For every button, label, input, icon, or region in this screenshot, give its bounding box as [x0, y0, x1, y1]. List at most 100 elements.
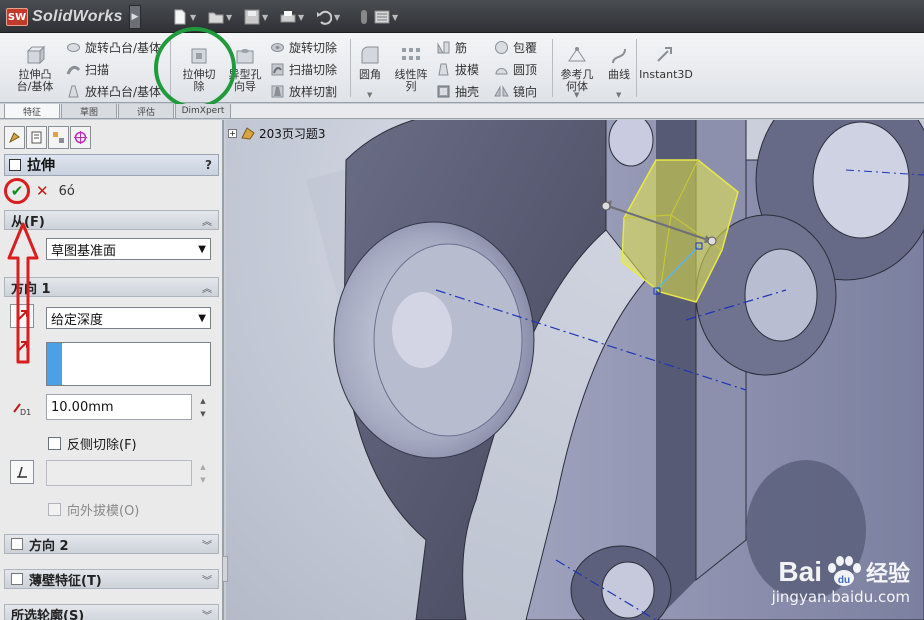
direction2-title: 方向 2: [29, 538, 69, 554]
menu-expand-arrow-icon[interactable]: ▶: [129, 5, 141, 29]
collapse-chevron-icon: ︽: [202, 283, 212, 295]
draft-outward-checkbox[interactable]: 向外拔模(O): [48, 500, 139, 519]
draft-on-off-button[interactable]: [10, 460, 34, 484]
reference-geometry-dropdown-icon[interactable]: ▼: [574, 91, 579, 99]
depth-input[interactable]: 10.00mm: [46, 394, 192, 420]
fillet-dropdown-icon[interactable]: ▼: [367, 91, 372, 99]
linear-pattern-button[interactable]: 线性阵 列: [388, 35, 434, 97]
tab-property-manager[interactable]: [26, 126, 47, 149]
options-list-icon: [374, 10, 390, 24]
ok-checkmark-button[interactable]: ✔: [8, 182, 26, 200]
loft-button[interactable]: 放样凸台/基体: [66, 81, 161, 101]
paw-tail-text: du: [838, 575, 850, 586]
rib-icon: [437, 41, 450, 53]
svg-text:D1: D1: [20, 408, 31, 416]
lofted-cut-icon: [271, 85, 284, 97]
draft-button[interactable]: 拔模: [436, 59, 479, 79]
panel-splitter-handle[interactable]: [222, 556, 228, 582]
title-bar: SW SolidWorks ▶ ▼ ▼ ▼ ▼ ▼ ▼: [0, 0, 924, 33]
swept-cut-button[interactable]: 扫描切除: [270, 59, 337, 79]
rib-button[interactable]: 筋: [436, 37, 467, 57]
curves-icon: [612, 48, 626, 64]
chevron-down-icon: ▼: [198, 243, 206, 255]
direction2-checkbox[interactable]: [11, 538, 23, 550]
watermark-brand: Bai: [778, 556, 822, 587]
direction2-group-header[interactable]: 方向 2 ︾: [4, 534, 219, 554]
instant3d-label: Instant3D: [639, 68, 693, 81]
dome-button[interactable]: 圆顶: [494, 59, 537, 79]
watermark-brand-cn: 经验: [865, 562, 910, 587]
draft-label: 拔模: [455, 62, 480, 77]
tab-evaluate[interactable]: 评估: [118, 104, 174, 119]
hole-wizard-button[interactable]: 异型孔 向导: [222, 35, 268, 97]
revolve-cut-button[interactable]: 旋转切除: [270, 37, 337, 57]
draft-angle-spinner[interactable]: ▲ ▼: [196, 460, 210, 486]
mirror-label: 镜向: [513, 84, 538, 99]
traffic-light-icon: [361, 10, 367, 24]
dome-icon: [495, 67, 508, 74]
direction-reference-selection-box[interactable]: [46, 342, 211, 386]
save-icon: [244, 9, 260, 25]
wrap-button[interactable]: 包覆: [494, 37, 537, 57]
tab-features[interactable]: 特征: [4, 104, 60, 119]
app-logo[interactable]: SW SolidWorks: [6, 6, 123, 28]
instant3d-button[interactable]: Instant3D: [639, 35, 693, 97]
watermark-url: jingyan.baidu.com: [771, 588, 910, 606]
tab-dimxpert-manager[interactable]: [70, 126, 91, 149]
tab-dimxpert[interactable]: DimXpert: [175, 104, 231, 119]
selected-contours-group-header[interactable]: 所选轮廓(S) ︾: [4, 604, 219, 620]
revolve-boss-label: 旋转凸台/基体: [85, 40, 162, 55]
print-button[interactable]: ▼: [280, 8, 304, 26]
draft-angle-input[interactable]: [46, 460, 192, 486]
tab-sketch[interactable]: 草图: [61, 104, 117, 119]
start-condition-value: 草图基准面: [51, 243, 117, 259]
shell-label: 抽壳: [455, 84, 480, 99]
selected-contours-title: 所选轮廓(S): [11, 608, 85, 620]
lofted-cut-button[interactable]: 放样切割: [270, 81, 337, 101]
curves-dropdown-icon[interactable]: ▼: [616, 91, 621, 99]
wrap-label: 包覆: [513, 40, 538, 55]
tab-feature-manager[interactable]: [4, 126, 25, 149]
fillet-button[interactable]: 圆角: [347, 35, 393, 97]
new-document-button[interactable]: ▼: [172, 8, 196, 26]
help-button[interactable]: ?: [205, 158, 212, 172]
cancel-x-button[interactable]: ✕: [36, 182, 49, 200]
start-condition-select[interactable]: 草图基准面 ▼: [46, 238, 211, 260]
graphics-area[interactable]: [226, 120, 924, 620]
detailed-preview-glasses-icon[interactable]: 6ó: [59, 184, 75, 199]
sweep-button[interactable]: 扫描: [66, 59, 109, 79]
rib-label: 筋: [455, 40, 468, 55]
linear-pattern-icon: [402, 48, 420, 60]
tab-configuration-manager[interactable]: [48, 126, 69, 149]
checkbox-box: [48, 437, 61, 450]
save-button[interactable]: ▼: [244, 8, 268, 26]
undo-arrow-icon: [317, 10, 332, 25]
mirror-button[interactable]: 镜向: [494, 81, 537, 101]
flip-side-cut-checkbox[interactable]: 反侧切除(F): [48, 434, 137, 453]
feature-tree-root[interactable]: + 203页习题3: [228, 124, 326, 142]
extrude-boss-button[interactable]: 拉伸凸 台/基体: [12, 35, 58, 97]
thin-feature-checkbox[interactable]: [11, 573, 23, 585]
property-manager-header: 拉伸 ?: [4, 154, 219, 176]
expand-chevron-icon: ︾: [202, 610, 212, 620]
baidu-jingyan-watermark: Bai du 经验 jingyan.baidu.com: [772, 556, 910, 606]
thin-feature-group-header[interactable]: 薄壁特征(T) ︾: [4, 569, 219, 589]
revolve-boss-button[interactable]: 旋转凸台/基体: [66, 37, 161, 57]
expand-plus-icon[interactable]: +: [228, 128, 237, 138]
wrap-icon: [495, 40, 508, 54]
options-button[interactable]: ▼: [374, 8, 398, 26]
depth-spinner[interactable]: ▲ ▼: [196, 394, 210, 420]
property-sheet-icon: [31, 131, 42, 144]
open-folder-icon: [208, 12, 224, 24]
sweep-label: 扫描: [85, 62, 110, 77]
undo-button[interactable]: ▼: [316, 8, 340, 26]
end-condition-select[interactable]: 给定深度 ▼: [46, 307, 211, 329]
rebuild-button[interactable]: [356, 8, 372, 26]
reference-geometry-button[interactable]: 参考几 何体: [554, 35, 600, 97]
open-button[interactable]: ▼: [208, 8, 232, 26]
extrude-cut-button[interactable]: 拉伸切 除: [176, 35, 222, 97]
shell-icon: [437, 85, 450, 97]
expand-chevron-icon: ︾: [202, 575, 212, 587]
shell-button[interactable]: 抽壳: [436, 81, 479, 101]
extrude-cut-icon: [191, 48, 207, 64]
